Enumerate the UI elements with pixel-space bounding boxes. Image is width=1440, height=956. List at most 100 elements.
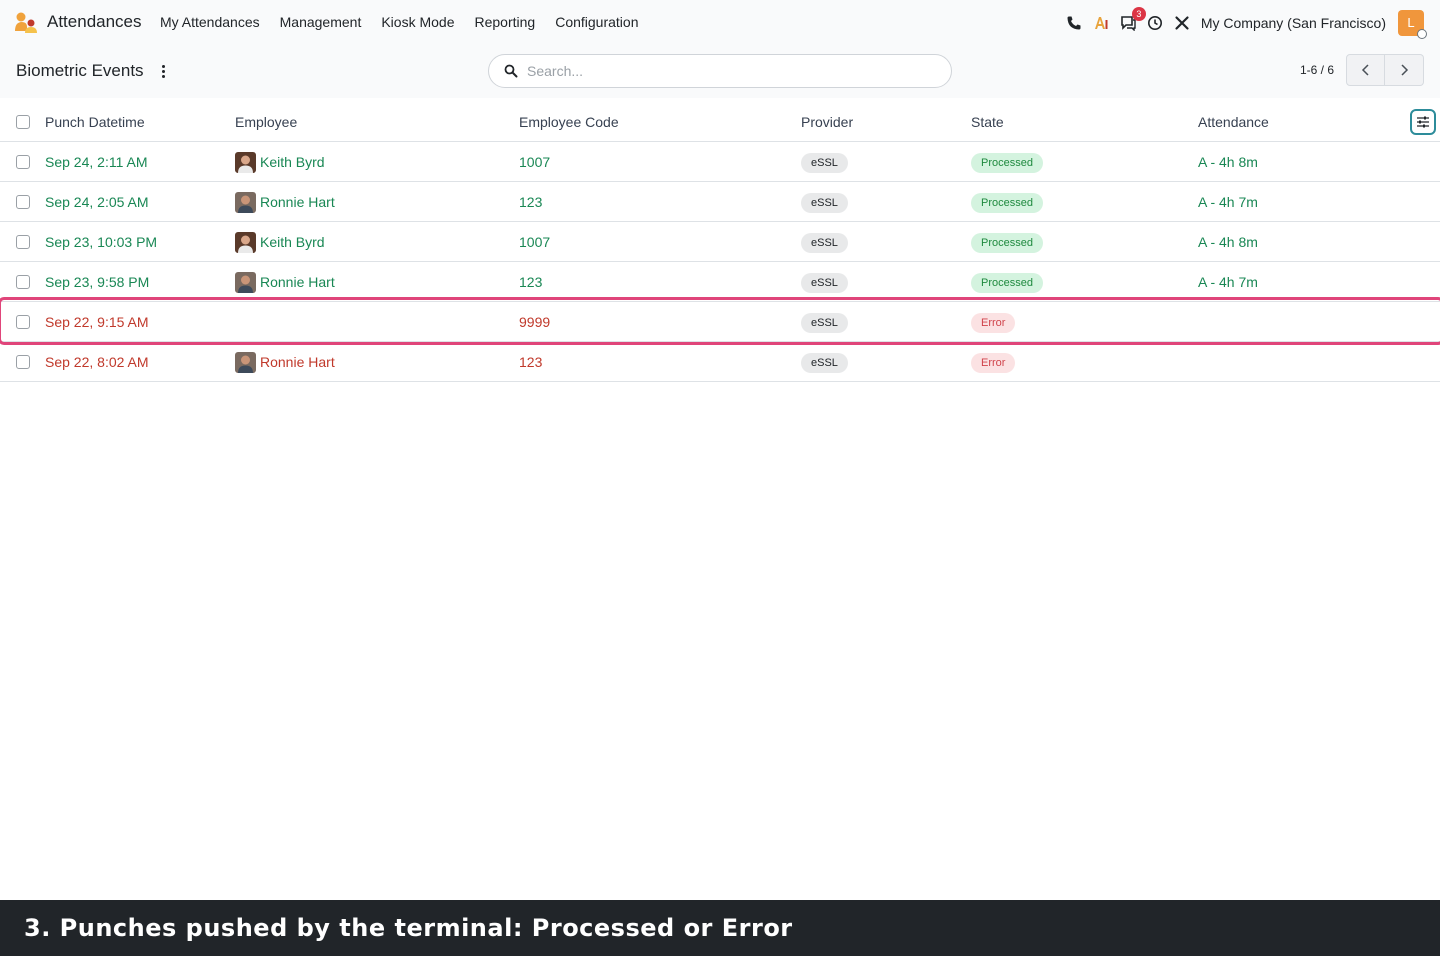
punch-datetime-cell: Sep 22, 8:02 AM bbox=[45, 354, 149, 370]
chevron-left-icon bbox=[1361, 64, 1369, 76]
column-header-attendance[interactable]: Attendance bbox=[1198, 102, 1269, 142]
table-row[interactable]: Sep 24, 2:05 AM Ronnie Hart 123 eSSL Pro… bbox=[0, 182, 1440, 222]
state-cell: Error bbox=[971, 302, 1016, 342]
employee-code-cell: 1007 bbox=[519, 234, 551, 250]
presence-indicator bbox=[1417, 29, 1427, 39]
employee-cell[interactable]: Ronnie Hart bbox=[235, 342, 335, 382]
menu-configuration[interactable]: Configuration bbox=[555, 14, 638, 30]
menu-kiosk-mode[interactable]: Kiosk Mode bbox=[381, 14, 454, 30]
attendances-app-icon[interactable] bbox=[14, 11, 38, 35]
punch-datetime-cell: Sep 22, 9:15 AM bbox=[45, 314, 149, 330]
menu-reporting[interactable]: Reporting bbox=[475, 14, 536, 30]
provider-cell: eSSL bbox=[801, 302, 848, 342]
column-header-employee-code[interactable]: Employee Code bbox=[519, 102, 619, 142]
state-badge: Processed bbox=[971, 273, 1043, 294]
attendance-cell[interactable]: A - 4h 7m bbox=[1198, 182, 1258, 222]
state-cell: Processed bbox=[971, 222, 1043, 262]
employee-avatar bbox=[235, 271, 256, 293]
column-header-punch-datetime[interactable]: Punch Datetime bbox=[45, 102, 145, 142]
employee-cell[interactable]: Ronnie Hart bbox=[235, 182, 335, 222]
attendance-cell[interactable]: A - 4h 7m bbox=[1198, 262, 1258, 302]
main-menu: My Attendances Management Kiosk Mode Rep… bbox=[160, 14, 658, 30]
provider-badge: eSSL bbox=[801, 193, 848, 214]
column-header-provider[interactable]: Provider bbox=[801, 102, 853, 142]
caption-bar: 3. Punches pushed by the terminal: Proce… bbox=[0, 900, 1440, 956]
punch-datetime-cell: Sep 23, 10:03 PM bbox=[45, 234, 158, 250]
sliders-icon bbox=[1417, 116, 1429, 128]
row-checkbox[interactable] bbox=[16, 275, 30, 289]
provider-cell: eSSL bbox=[801, 262, 848, 302]
employee-name: Ronnie Hart bbox=[260, 194, 335, 210]
table-row[interactable]: Sep 22, 9:15 AM 9999 eSSL Error bbox=[0, 302, 1440, 342]
control-panel: Biometric Events 1-6 / 6 bbox=[0, 46, 1440, 98]
messages-icon[interactable]: 3 bbox=[1119, 7, 1146, 32]
app-name[interactable]: Attendances bbox=[47, 12, 142, 32]
row-checkbox[interactable] bbox=[16, 235, 30, 249]
search-bar[interactable] bbox=[488, 54, 952, 88]
activity-clock-icon[interactable] bbox=[1146, 14, 1164, 32]
page-title: Biometric Events bbox=[16, 61, 144, 80]
column-header-employee[interactable]: Employee bbox=[235, 102, 297, 142]
column-header-state[interactable]: State bbox=[971, 102, 1004, 142]
table-row[interactable]: Sep 22, 8:02 AM Ronnie Hart 123 eSSL Err… bbox=[0, 342, 1440, 382]
table-row[interactable]: Sep 23, 10:03 PM Keith Byrd 1007 eSSL Pr… bbox=[0, 222, 1440, 262]
caption-text: 3. Punches pushed by the terminal: Proce… bbox=[24, 914, 793, 942]
biometric-events-list: Punch Datetime Employee Employee Code Pr… bbox=[0, 102, 1440, 382]
provider-cell: eSSL bbox=[801, 342, 848, 382]
phone-icon[interactable] bbox=[1065, 14, 1083, 32]
employee-avatar bbox=[235, 151, 256, 173]
row-checkbox[interactable] bbox=[16, 195, 30, 209]
search-input[interactable] bbox=[527, 61, 927, 81]
employee-code-cell: 123 bbox=[519, 274, 543, 290]
punch-datetime-cell: Sep 24, 2:05 AM bbox=[45, 194, 149, 210]
employee-cell[interactable]: Keith Byrd bbox=[235, 142, 325, 182]
provider-badge: eSSL bbox=[801, 153, 848, 174]
employee-name: Keith Byrd bbox=[260, 234, 325, 250]
state-cell: Processed bbox=[971, 142, 1043, 182]
employee-avatar bbox=[235, 351, 256, 373]
provider-badge: eSSL bbox=[801, 313, 848, 334]
row-checkbox[interactable] bbox=[16, 155, 30, 169]
select-all-checkbox[interactable] bbox=[16, 115, 30, 129]
debug-tools-icon[interactable] bbox=[1173, 14, 1191, 32]
company-switcher[interactable]: My Company (San Francisco) bbox=[1201, 15, 1386, 31]
ai-icon[interactable] bbox=[1092, 14, 1110, 32]
row-checkbox[interactable] bbox=[16, 315, 30, 329]
state-cell: Processed bbox=[971, 262, 1043, 302]
employee-code-cell: 1007 bbox=[519, 154, 551, 170]
pager-value[interactable]: 1-6 / 6 bbox=[1300, 63, 1334, 77]
user-avatar[interactable]: L bbox=[1398, 10, 1427, 39]
attendance-cell[interactable]: A - 4h 8m bbox=[1198, 222, 1258, 262]
employee-cell[interactable]: Keith Byrd bbox=[235, 222, 325, 262]
state-badge: Processed bbox=[971, 153, 1043, 174]
provider-badge: eSSL bbox=[801, 273, 848, 294]
messages-count-badge: 3 bbox=[1131, 7, 1146, 21]
menu-management[interactable]: Management bbox=[280, 14, 362, 30]
provider-cell: eSSL bbox=[801, 142, 848, 182]
row-checkbox[interactable] bbox=[16, 355, 30, 369]
employee-cell[interactable]: Ronnie Hart bbox=[235, 262, 335, 302]
pager-buttons bbox=[1346, 54, 1424, 86]
employee-code-cell: 9999 bbox=[519, 314, 551, 330]
optional-columns-toggle[interactable] bbox=[1410, 109, 1436, 135]
table-header: Punch Datetime Employee Employee Code Pr… bbox=[0, 102, 1440, 142]
table-row[interactable]: Sep 23, 9:58 PM Ronnie Hart 123 eSSL Pro… bbox=[0, 262, 1440, 302]
state-badge: Processed bbox=[971, 233, 1043, 254]
select-all-cell bbox=[16, 102, 30, 142]
actions-menu-icon[interactable] bbox=[157, 61, 169, 81]
employee-code-cell: 123 bbox=[519, 354, 543, 370]
provider-badge: eSSL bbox=[801, 353, 848, 374]
menu-my-attendances[interactable]: My Attendances bbox=[160, 14, 260, 30]
pager-next-button[interactable] bbox=[1385, 54, 1424, 86]
punch-datetime-cell: Sep 23, 9:58 PM bbox=[45, 274, 150, 290]
user-initial: L bbox=[1407, 15, 1415, 30]
attendance-cell[interactable]: A - 4h 8m bbox=[1198, 142, 1258, 182]
pager-previous-button[interactable] bbox=[1346, 54, 1385, 86]
state-badge: Processed bbox=[971, 193, 1043, 214]
provider-cell: eSSL bbox=[801, 182, 848, 222]
state-badge: Error bbox=[971, 353, 1016, 374]
employee-name: Ronnie Hart bbox=[260, 274, 335, 290]
state-badge: Error bbox=[971, 313, 1016, 334]
table-row[interactable]: Sep 24, 2:11 AM Keith Byrd 1007 eSSL Pro… bbox=[0, 142, 1440, 182]
employee-avatar bbox=[235, 191, 256, 213]
